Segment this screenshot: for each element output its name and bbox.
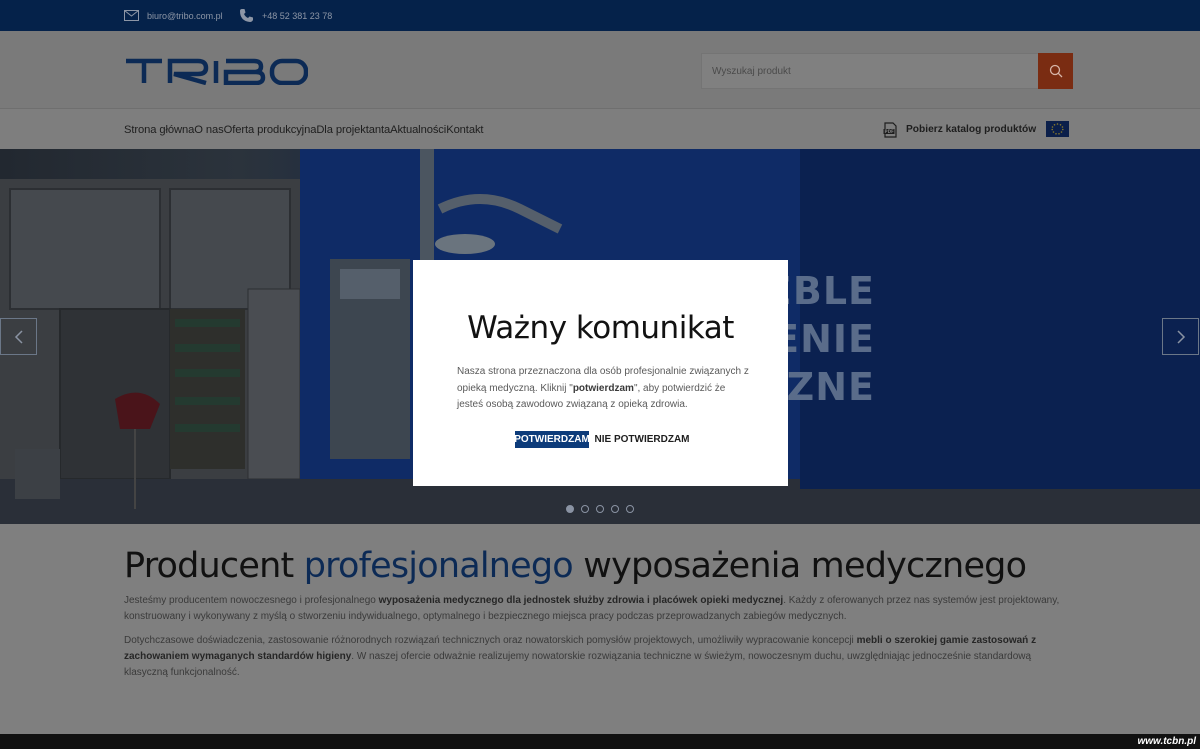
slider-dot-2[interactable] [581,505,589,513]
svg-text:PDF: PDF [885,129,895,134]
notice-modal: Ważny komunikat Nasza strona przeznaczon… [413,260,788,486]
search-bar: Wyszukaj produkt [701,53,1073,89]
tribo-logo[interactable] [124,57,308,85]
nav-item-about[interactable]: O nas [194,124,223,136]
intro-section: Producent profesjonalnego wyposażenia me… [0,524,1200,734]
search-icon [1049,64,1062,78]
eu-stars [1051,123,1064,135]
modal-message: Nasza strona przeznaczona dla osób profe… [457,364,749,414]
headline-suffix: wyposażenia medycznego [572,546,1027,586]
chevron-left-icon [14,329,23,344]
envelope-icon [124,10,139,21]
pdf-icon: PDF [883,121,897,138]
search-button[interactable] [1038,53,1073,89]
slider-dot-1[interactable] [566,505,574,513]
nav-links: Strona główna O nas Oferta produkcyjna D… [124,110,484,149]
slider-dots [566,505,634,513]
header: Wyszukaj produkt [0,31,1200,109]
email-contact[interactable]: biuro@tribo.com.pl [124,0,223,31]
slider-next-button[interactable] [1162,318,1199,355]
slider-dot-4[interactable] [611,505,619,513]
page-headline: Producent profesjonalnego wyposażenia me… [124,546,1027,586]
p1-bold: wyposażenia medycznego dla jednostek słu… [378,595,784,606]
slider-dot-3[interactable] [596,505,604,513]
search-input[interactable]: Wyszukaj produkt [701,53,1038,89]
p1-text-a: Jesteśmy producentem nowoczesnego i prof… [124,595,379,606]
main-nav: Strona główna O nas Oferta produkcyjna D… [0,110,1200,149]
intro-paragraph-1: Jesteśmy producentem nowoczesnego i prof… [124,593,1064,625]
phone-contact[interactable]: +48 52 381 23 78 [239,0,332,31]
intro-paragraph-2: Dotychczasowe doświadczenia, zastosowani… [124,633,1064,681]
chevron-right-icon [1176,329,1185,344]
phone-icon [240,9,253,22]
reject-button[interactable]: NIE POTWIERDZAM [595,431,690,448]
slider-prev-button[interactable] [0,318,37,355]
search-placeholder: Wyszukaj produkt [712,65,791,77]
nav-item-contact[interactable]: Kontakt [446,124,483,136]
top-bar: biuro@tribo.com.pl +48 52 381 23 78 [0,0,1200,31]
watermark: www.tcbn.pl [1137,736,1196,747]
nav-item-offer[interactable]: Oferta produkcyjna [224,124,317,136]
nav-item-designers[interactable]: Dla projektanta [316,124,390,136]
modal-title: Ważny komunikat [467,310,734,346]
footer-strip [0,734,1200,749]
nav-item-home[interactable]: Strona główna [124,124,194,136]
catalog-download-link[interactable]: PDF Pobierz katalog produktów [883,110,1036,149]
nav-item-news[interactable]: Aktualności [390,124,446,136]
slider-dot-5[interactable] [626,505,634,513]
headline-highlight: profesjonalnego [303,546,574,586]
eu-flag-icon[interactable] [1046,121,1069,137]
headline-prefix: Producent [124,546,304,586]
email-text[interactable]: biuro@tribo.com.pl [147,11,223,21]
catalog-label: Pobierz katalog produktów [906,124,1037,135]
phone-text[interactable]: +48 52 381 23 78 [262,11,332,21]
modal-text-bold: potwierdzam [572,382,634,394]
confirm-button[interactable]: POTWIERDZAM [514,431,590,448]
p2-text-a: Dotychczasowe doświadczenia, zastosowani… [124,635,857,646]
